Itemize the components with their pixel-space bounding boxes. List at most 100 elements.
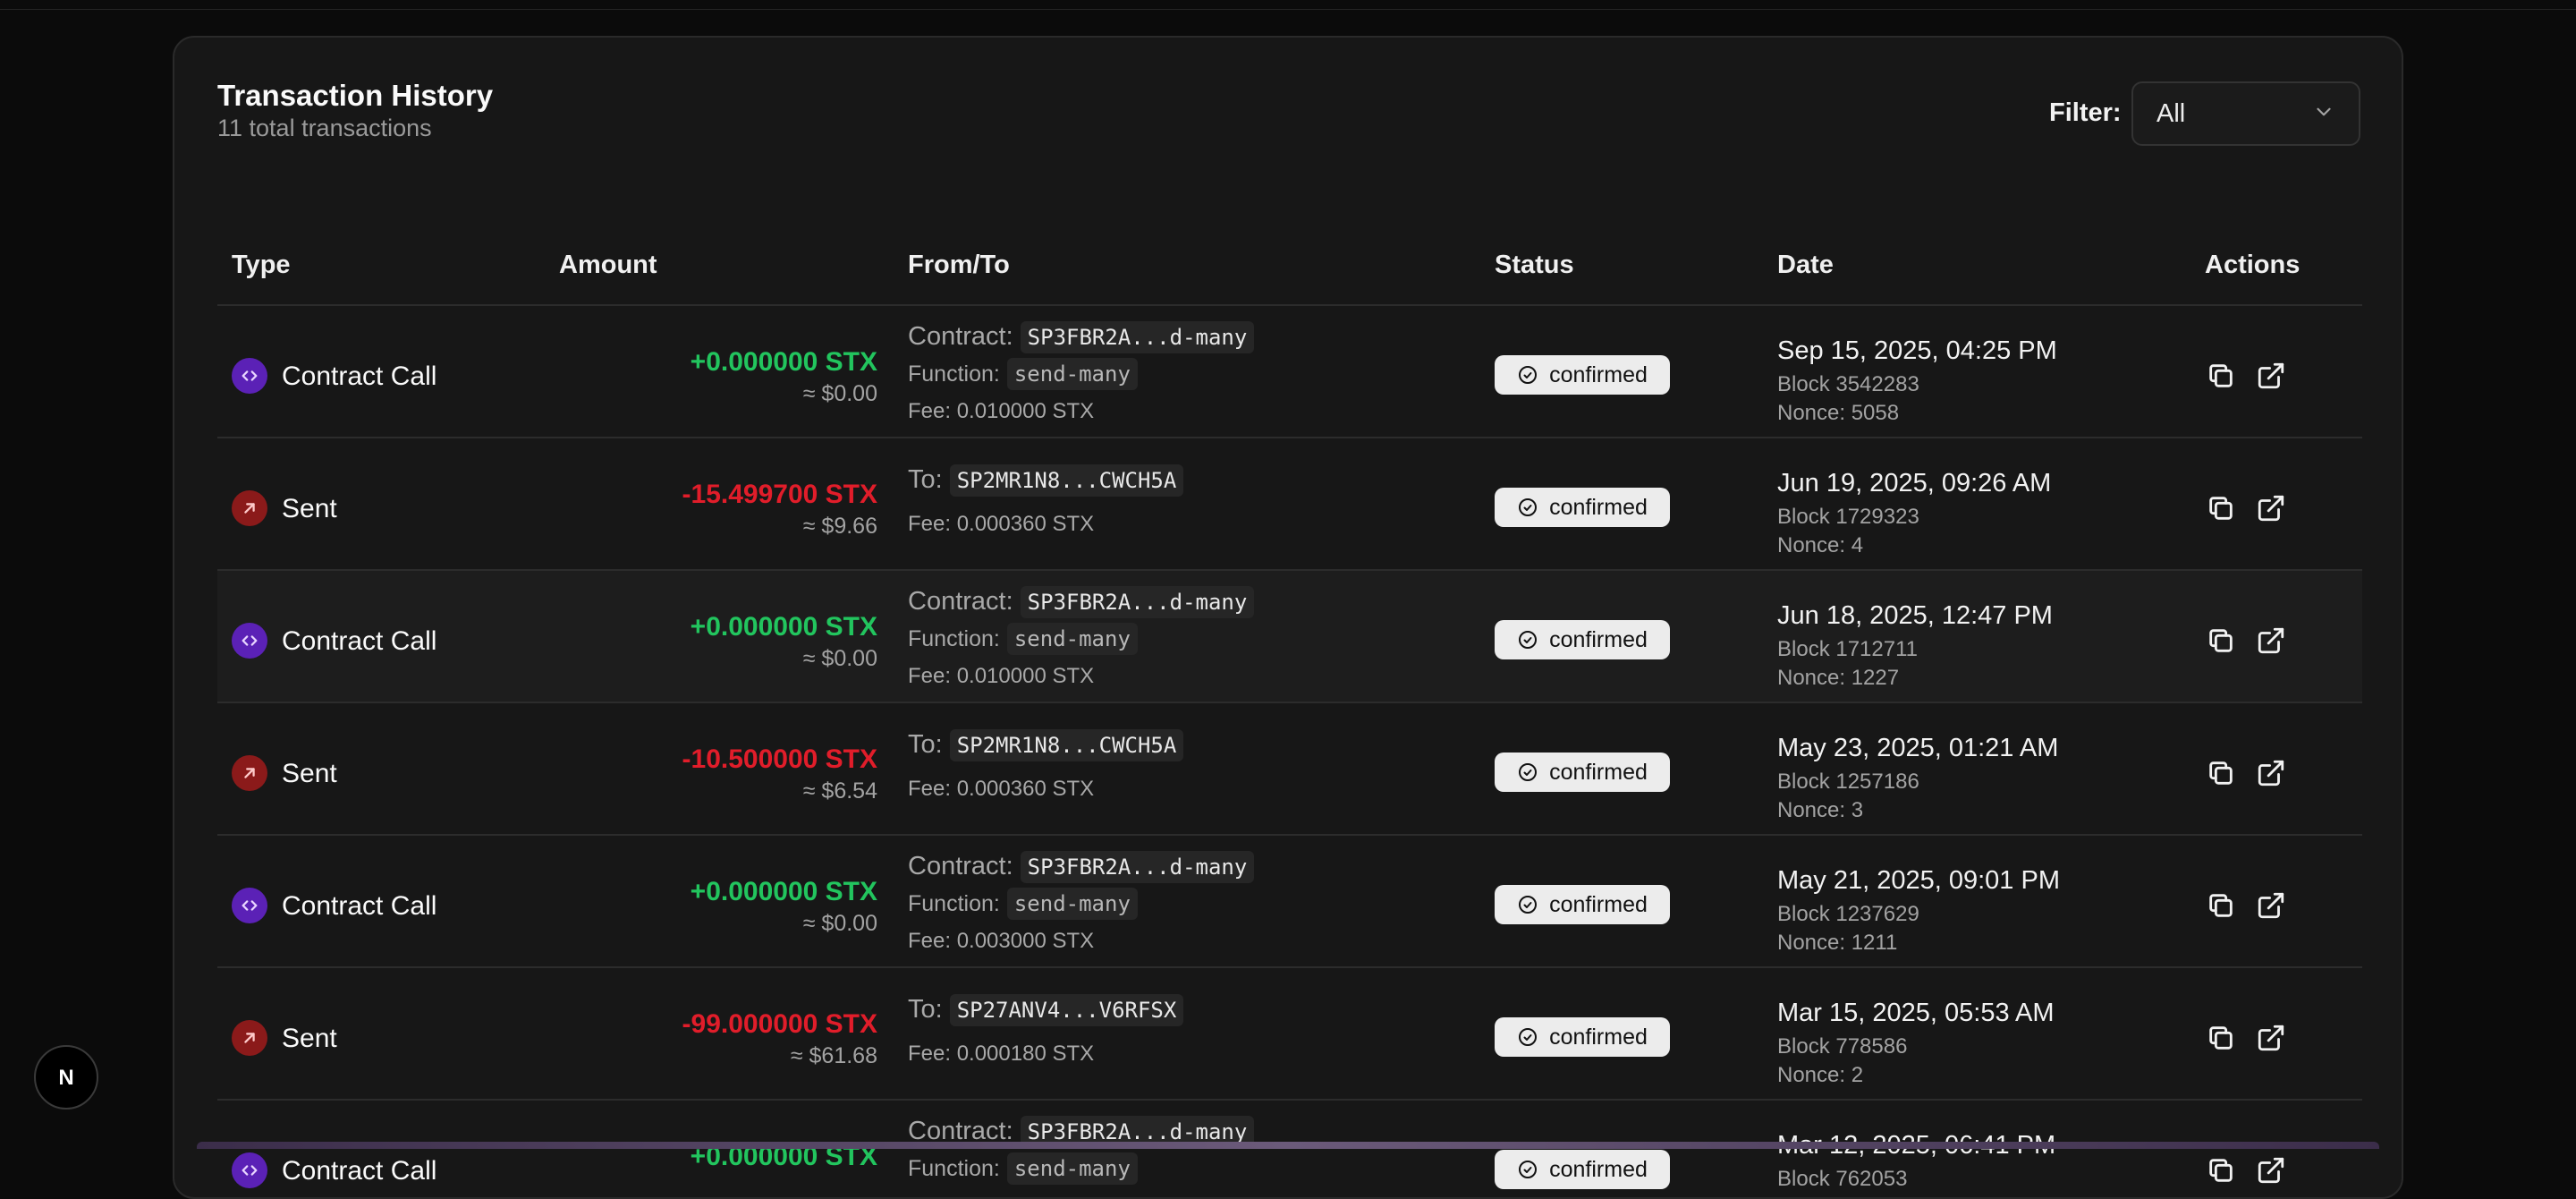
function-name: send-many bbox=[1006, 1152, 1138, 1185]
code-icon bbox=[232, 888, 267, 923]
nextjs-dev-badge[interactable]: N bbox=[34, 1045, 98, 1110]
block-height: Block 1729323 bbox=[1777, 505, 1919, 529]
status-text: confirmed bbox=[1549, 494, 1648, 520]
table-row[interactable]: Sent -99.000000 STX ≈ $61.68 To: SP27ANV4… bbox=[217, 968, 2362, 1101]
transaction-date: May 23, 2025, 01:21 AM bbox=[1777, 734, 2059, 762]
party-label: Contract: bbox=[908, 322, 1013, 351]
bottom-edge-highlight bbox=[197, 1142, 2379, 1149]
copy-icon[interactable] bbox=[2205, 1154, 2237, 1186]
party-line: To: SP2MR1N8...CWCH5A bbox=[908, 729, 1184, 761]
transaction-date: May 21, 2025, 09:01 PM bbox=[1777, 866, 2060, 895]
table-body: Contract Call +0.000000 STX ≈ $0.00 Cont… bbox=[217, 306, 2362, 1197]
external-link-icon[interactable] bbox=[2255, 1022, 2287, 1054]
status-text: confirmed bbox=[1549, 361, 1648, 387]
amount-usd: ≈ $0.00 bbox=[802, 911, 877, 936]
code-icon bbox=[232, 358, 267, 394]
arrow-up-right-icon bbox=[232, 1020, 267, 1056]
recipient-address: SP2MR1N8...CWCH5A bbox=[949, 729, 1184, 761]
block-height: Block 1257186 bbox=[1777, 770, 1919, 794]
function-label: Function: bbox=[908, 361, 1000, 387]
filter-select[interactable]: All bbox=[2131, 81, 2360, 146]
copy-icon[interactable] bbox=[2205, 360, 2237, 392]
transaction-date: Jun 18, 2025, 12:47 PM bbox=[1777, 601, 2053, 630]
function-label: Function: bbox=[908, 626, 1000, 651]
contract-address: SP3FBR2A...d-many bbox=[1020, 851, 1255, 883]
transaction-history-card: Transaction History 11 total transaction… bbox=[173, 36, 2403, 1199]
block-height: Block 762053 bbox=[1777, 1167, 1908, 1191]
function-name: send-many bbox=[1006, 888, 1138, 920]
contract-address: SP3FBR2A...d-many bbox=[1020, 586, 1255, 618]
external-link-icon[interactable] bbox=[2255, 492, 2287, 524]
nonce: Nonce: 1227 bbox=[1777, 666, 1900, 690]
party-label: To: bbox=[908, 730, 943, 759]
amount-stx: +0.000000 STX bbox=[690, 347, 877, 377]
copy-icon[interactable] bbox=[2205, 757, 2237, 789]
check-circle-icon bbox=[1517, 1026, 1538, 1048]
transaction-type: Contract Call bbox=[282, 891, 437, 921]
external-link-icon[interactable] bbox=[2255, 625, 2287, 657]
copy-icon[interactable] bbox=[2205, 889, 2237, 922]
status-badge: confirmed bbox=[1495, 355, 1670, 395]
top-border bbox=[0, 0, 2576, 10]
table-row[interactable]: Contract Call +0.000000 STX ≈ $0.00 Cont… bbox=[217, 306, 2362, 438]
transaction-date: Sep 15, 2025, 04:25 PM bbox=[1777, 336, 2057, 365]
party-line: Contract: SP3FBR2A...d-many bbox=[908, 586, 1255, 618]
table-row[interactable]: Contract Call +0.000000 STX ≈ $0.00 Cont… bbox=[217, 571, 2362, 703]
recipient-address: SP27ANV4...V6RFSX bbox=[949, 994, 1184, 1026]
amount-usd: ≈ $0.00 bbox=[802, 646, 877, 671]
external-link-icon[interactable] bbox=[2255, 1154, 2287, 1186]
party-label: To: bbox=[908, 465, 943, 494]
status-badge: confirmed bbox=[1495, 1150, 1670, 1189]
status-text: confirmed bbox=[1549, 891, 1648, 917]
transactions-table: Type Amount From/To Status Date Actions … bbox=[217, 217, 2362, 1197]
status-text: confirmed bbox=[1549, 1024, 1648, 1050]
fee-text: Fee: 0.000180 STX bbox=[908, 1042, 1095, 1066]
column-header-date: Date bbox=[1777, 251, 1834, 279]
external-link-icon[interactable] bbox=[2255, 889, 2287, 922]
amount-stx: +0.000000 STX bbox=[690, 877, 877, 906]
block-height: Block 3542283 bbox=[1777, 372, 1919, 396]
column-header-type: Type bbox=[232, 251, 291, 279]
nonce: Nonce: 1211 bbox=[1777, 931, 1898, 955]
party-label: To: bbox=[908, 995, 943, 1024]
code-icon bbox=[232, 623, 267, 659]
transaction-type: Contract Call bbox=[282, 361, 437, 391]
copy-icon[interactable] bbox=[2205, 1022, 2237, 1054]
nonce: Nonce: 5058 bbox=[1777, 401, 1900, 425]
table-row[interactable]: Sent -10.500000 STX ≈ $6.54 To: SP2MR1N8.… bbox=[217, 703, 2362, 836]
copy-icon[interactable] bbox=[2205, 492, 2237, 524]
column-header-from-to: From/To bbox=[908, 251, 1010, 279]
status-text: confirmed bbox=[1549, 759, 1648, 785]
table-row[interactable]: Contract Call +0.000000 STX ≈ $0.00 Cont… bbox=[217, 836, 2362, 968]
check-circle-icon bbox=[1517, 761, 1538, 783]
fee-text: Fee: 0.010000 STX bbox=[908, 664, 1095, 688]
table-row[interactable]: Contract Call +0.000000 STX Contract: SP3… bbox=[217, 1101, 2362, 1197]
external-link-icon[interactable] bbox=[2255, 360, 2287, 392]
table-header: Type Amount From/To Status Date Actions bbox=[217, 217, 2362, 306]
party-line: Contract: SP3FBR2A...d-many bbox=[908, 321, 1255, 353]
external-link-icon[interactable] bbox=[2255, 757, 2287, 789]
filter-selected-value: All bbox=[2157, 98, 2186, 128]
amount-stx: -15.499700 STX bbox=[682, 480, 877, 509]
nonce: Nonce: 3 bbox=[1777, 798, 1864, 822]
transaction-type: Sent bbox=[282, 494, 337, 523]
arrow-up-right-icon bbox=[232, 490, 267, 526]
column-header-status: Status bbox=[1495, 251, 1574, 279]
transaction-type: Contract Call bbox=[282, 1156, 437, 1186]
party-line: To: SP2MR1N8...CWCH5A bbox=[908, 464, 1184, 497]
function-label: Function: bbox=[908, 891, 1000, 916]
status-badge: confirmed bbox=[1495, 1017, 1670, 1057]
party-label: Contract: bbox=[908, 587, 1013, 616]
amount-usd: ≈ $9.66 bbox=[802, 514, 877, 539]
status-text: confirmed bbox=[1549, 1156, 1648, 1182]
copy-icon[interactable] bbox=[2205, 625, 2237, 657]
check-circle-icon bbox=[1517, 364, 1538, 386]
table-row[interactable]: Sent -15.499700 STX ≈ $9.66 To: SP2MR1N8.… bbox=[217, 438, 2362, 571]
page-title: Transaction History bbox=[217, 79, 494, 112]
block-height: Block 1712711 bbox=[1777, 637, 1919, 661]
function-name: send-many bbox=[1006, 358, 1138, 390]
transaction-type: Sent bbox=[282, 759, 337, 788]
check-circle-icon bbox=[1517, 894, 1538, 915]
status-text: confirmed bbox=[1549, 626, 1648, 652]
transaction-date: Mar 15, 2025, 05:53 AM bbox=[1777, 999, 2055, 1027]
